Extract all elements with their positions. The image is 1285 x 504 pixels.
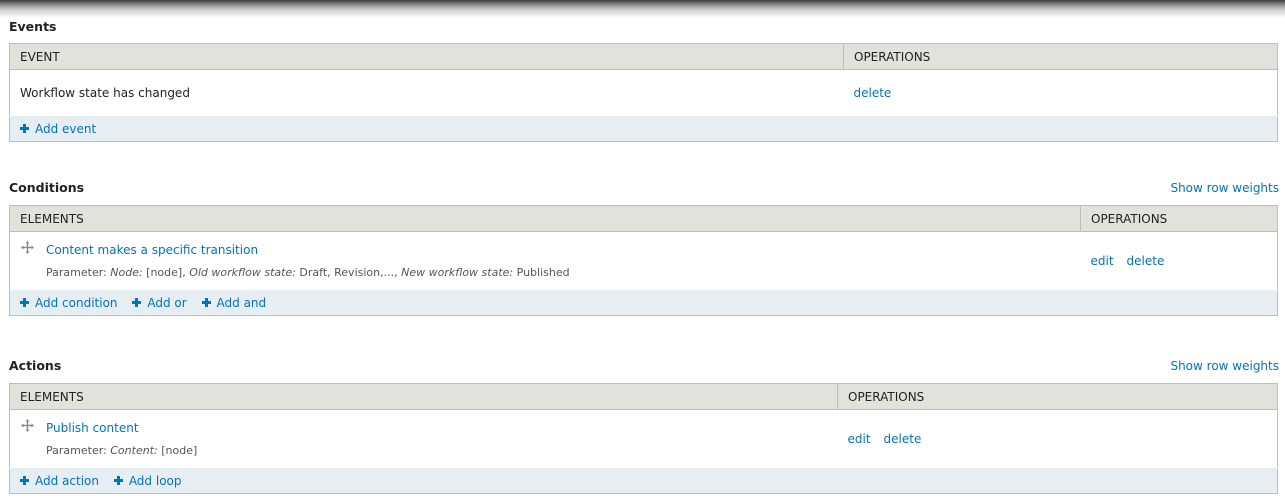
events-table: EVENT OPERATIONS Workflow state has chan…: [9, 43, 1278, 142]
column-header-elements: ELEMENTS: [9, 383, 838, 410]
plus-icon: [113, 476, 123, 486]
table-row: Workflow state has changed delete: [10, 70, 1278, 117]
plus-icon: [201, 298, 211, 308]
column-header-elements: ELEMENTS: [9, 205, 1081, 232]
events-section: Events EVENT OPERATIONS Workflow state h…: [9, 19, 1278, 142]
conditions-table: ELEMENTS OPERATIONS Content makes a spec…: [9, 205, 1278, 316]
show-row-weights-link[interactable]: Show row weights: [1170, 359, 1279, 373]
edit-action-link[interactable]: edit: [848, 432, 871, 446]
add-or-link[interactable]: Add or: [132, 296, 187, 310]
top-shadow: [0, 0, 1285, 18]
actions-table: ELEMENTS OPERATIONS Publish content Para…: [9, 383, 1278, 494]
column-header-operations: OPERATIONS: [843, 43, 1278, 70]
add-event-link[interactable]: Add event: [20, 122, 96, 136]
events-title: Events: [9, 19, 57, 34]
add-loop-link[interactable]: Add loop: [113, 474, 182, 488]
table-row: Content makes a specific transition Para…: [10, 232, 1278, 291]
condition-title-link[interactable]: Content makes a specific transition: [46, 243, 1071, 257]
add-condition-link[interactable]: Add condition: [20, 296, 118, 310]
column-header-operations: OPERATIONS: [1080, 205, 1278, 232]
column-header-operations: OPERATIONS: [837, 383, 1278, 410]
delete-action-link[interactable]: delete: [884, 432, 922, 446]
actions-title: Actions: [9, 358, 62, 373]
delete-condition-link[interactable]: delete: [1127, 254, 1165, 268]
action-parameters: Parameter: Content: [node]: [46, 444, 198, 457]
conditions-section: Conditions Show row weights ELEMENTS OPE…: [9, 180, 1279, 316]
plus-icon: [20, 476, 29, 486]
edit-condition-link[interactable]: edit: [1091, 254, 1114, 268]
action-title-link[interactable]: Publish content: [46, 421, 828, 435]
show-row-weights-link[interactable]: Show row weights: [1170, 181, 1279, 195]
condition-parameters: Parameter: Node: [node], Old workflow st…: [46, 266, 570, 279]
table-row: Publish content Parameter: Content: [nod…: [10, 410, 1278, 469]
plus-icon: [132, 298, 142, 308]
delete-event-link[interactable]: delete: [854, 86, 892, 100]
event-label: Workflow state has changed: [20, 86, 190, 100]
plus-icon: [20, 298, 29, 308]
add-and-link[interactable]: Add and: [201, 296, 266, 310]
column-header-event: EVENT: [9, 43, 844, 70]
actions-section: Actions Show row weights ELEMENTS OPERAT…: [9, 358, 1279, 494]
add-action-link[interactable]: Add action: [20, 474, 99, 488]
plus-icon: [20, 124, 29, 134]
conditions-title: Conditions: [9, 180, 85, 195]
drag-handle-icon[interactable]: [21, 241, 34, 254]
drag-handle-icon[interactable]: [21, 419, 34, 432]
